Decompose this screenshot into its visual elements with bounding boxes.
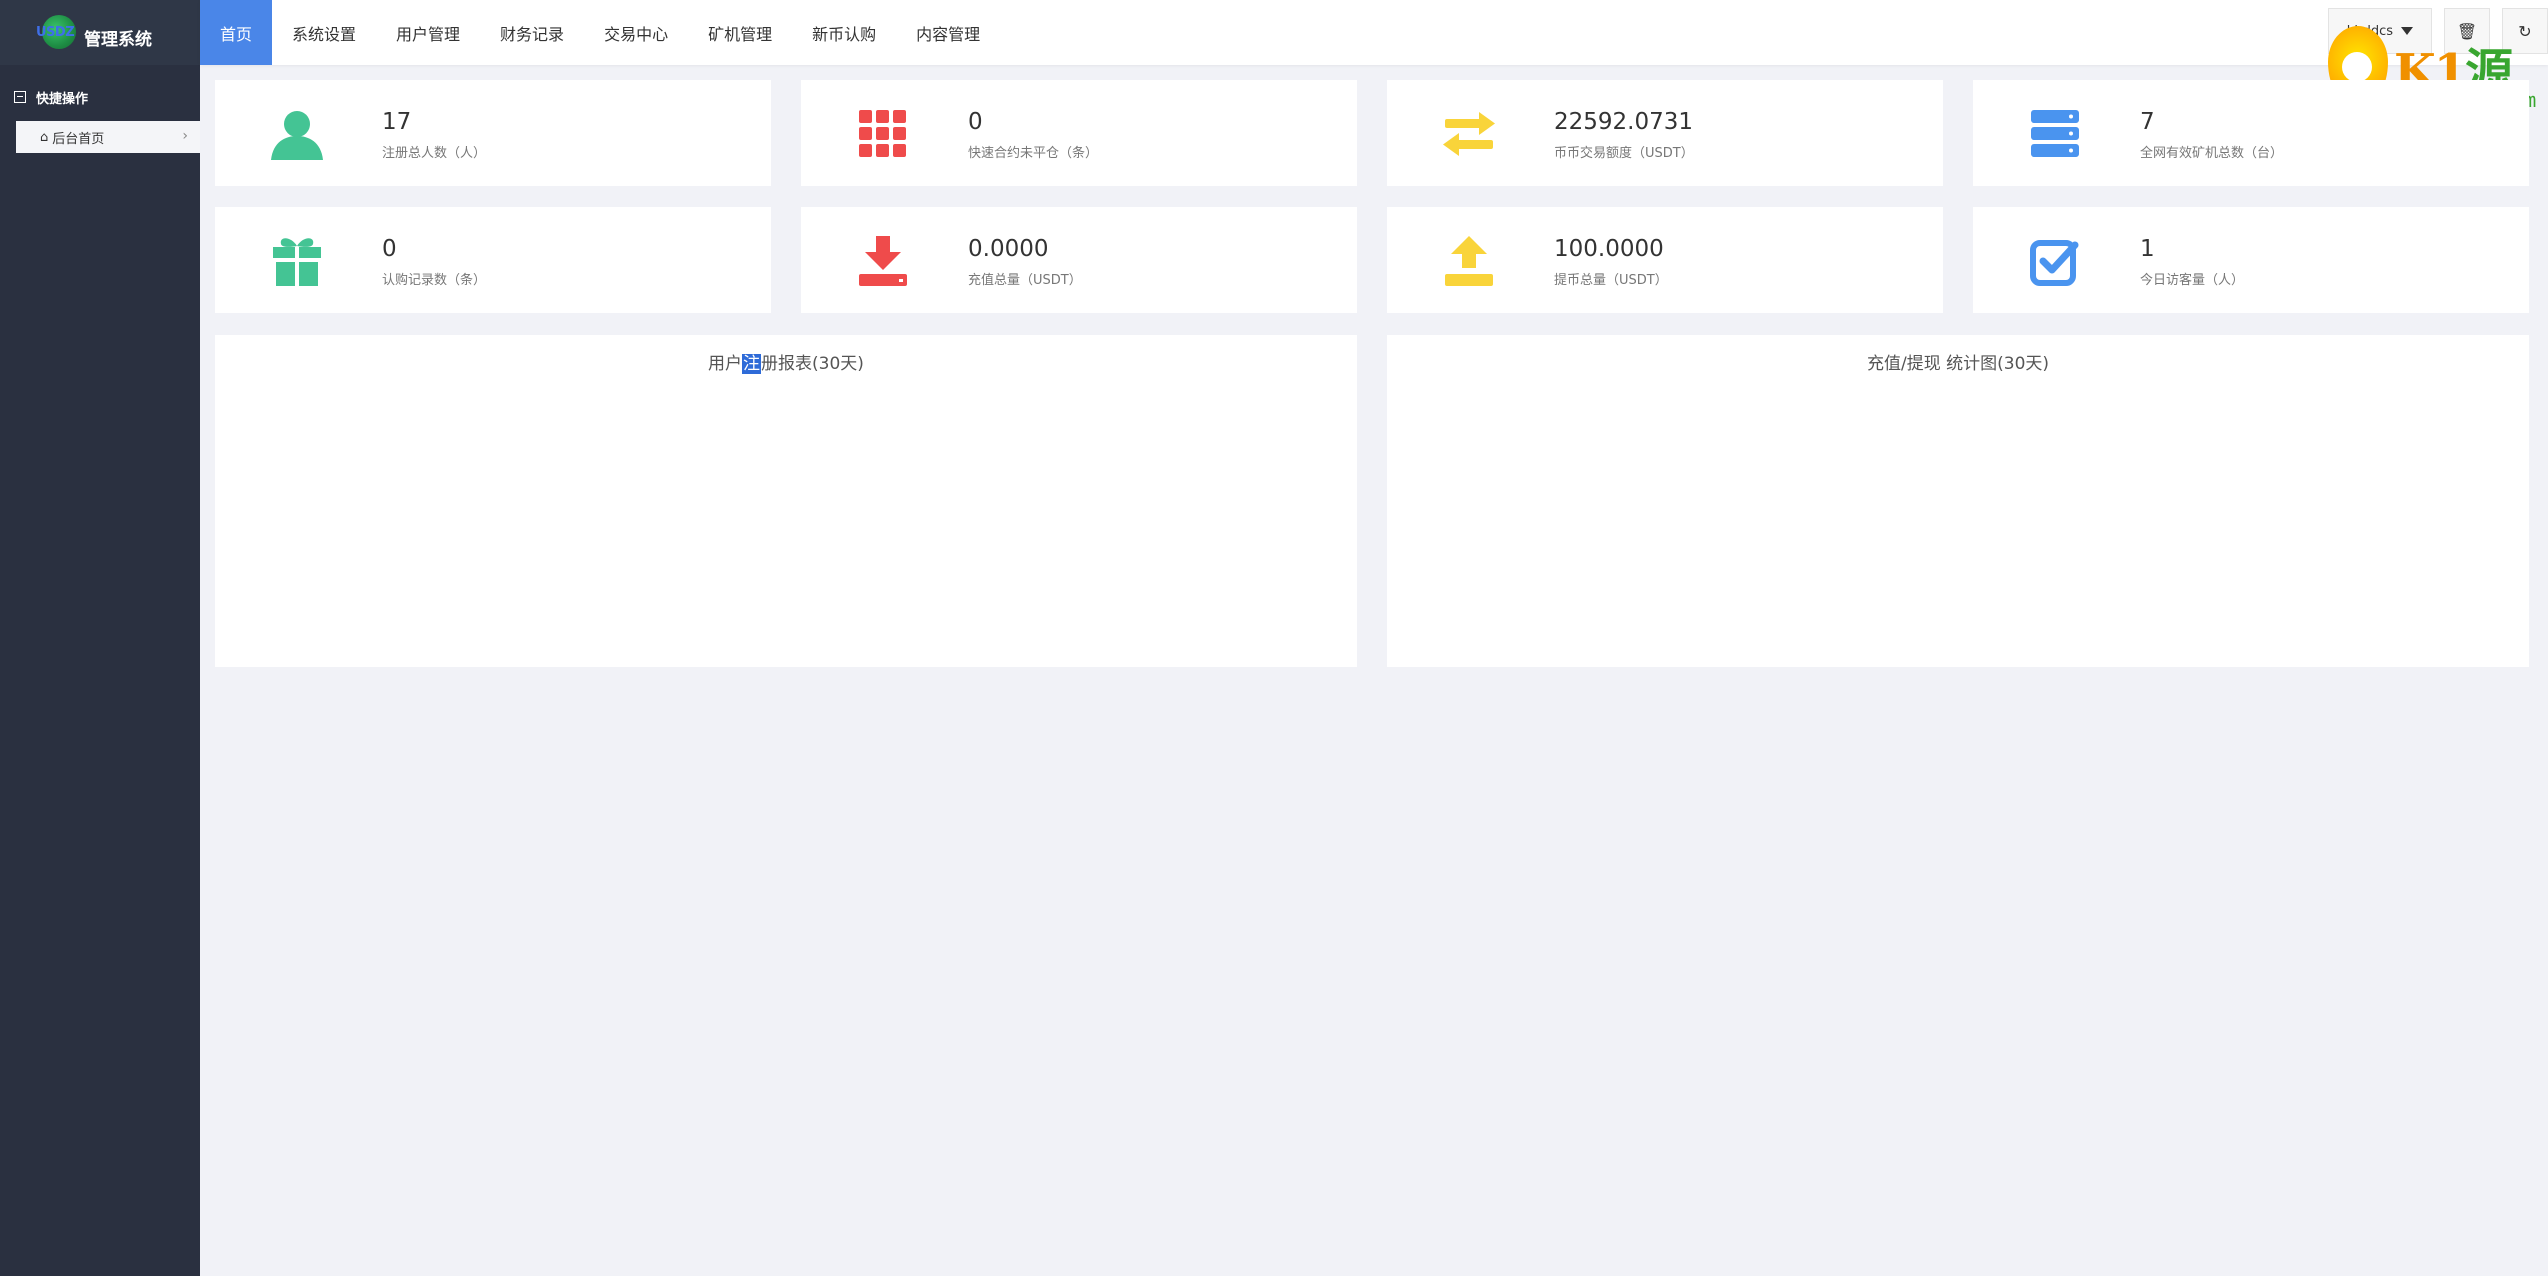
- stat-label: 币币交易额度（USDT）: [1554, 146, 1694, 161]
- selected-text: 注: [742, 354, 762, 374]
- stat-value: 0: [382, 236, 397, 262]
- stat-value: 7: [2140, 109, 2155, 135]
- top-right-tools: khddcs 🗑 ↻: [2327, 8, 2548, 54]
- brand-title: 管理系统: [84, 30, 152, 50]
- nav-system-settings[interactable]: 系统设置: [272, 0, 376, 65]
- recharge-withdraw-chart-panel: 充值/提现 统计图(30天): [1387, 335, 2529, 667]
- user-registration-chart-panel: 用户注册报表(30天): [215, 335, 1357, 667]
- stat-card-today-visitors: 1 今日访客量（人）: [1973, 207, 2529, 313]
- stat-value: 0.0000: [968, 236, 1049, 262]
- nav-finance-records[interactable]: 财务记录: [480, 0, 584, 65]
- top-nav: 首页 系统设置 用户管理 财务记录 交易中心 矿机管理 新币认购 内容管理: [200, 0, 2548, 65]
- stat-card-total-recharge: 0.0000 充值总量（USDT）: [801, 207, 1357, 313]
- sidebar-section-quick[interactable]: 快捷操作: [0, 81, 200, 113]
- topbar: 首页 系统设置 用户管理 财务记录 交易中心 矿机管理 新币认购 内容管理 kh…: [200, 0, 2548, 65]
- check-square-icon: [2027, 233, 2083, 289]
- brand-logo: USDZ: [36, 13, 80, 53]
- stat-card-registered-users: 17 注册总人数（人）: [215, 80, 771, 186]
- username: khddcs: [2346, 23, 2393, 39]
- stat-value: 1: [2140, 236, 2155, 262]
- stat-card-subscription-records: 0 认购记录数（条）: [215, 207, 771, 313]
- admin-dashboard: USDZ 管理系统 快捷操作 ⌂ 后台首页 › 首页 系统设置 用户管理 财务记…: [0, 0, 2548, 1276]
- trash-icon: 🗑: [2456, 21, 2478, 41]
- stat-card-active-miners: 7 全网有效矿机总数（台）: [1973, 80, 2529, 186]
- upload-icon: [1441, 233, 1497, 289]
- stat-label: 今日访客量（人）: [2140, 273, 2245, 288]
- refresh-icon: ↻: [2518, 21, 2532, 41]
- stat-label: 认购记录数（条）: [382, 273, 487, 288]
- panel-title: 用户注册报表(30天): [708, 354, 864, 374]
- user-menu-button[interactable]: khddcs: [2327, 8, 2432, 54]
- nav-new-coin-subscription[interactable]: 新币认购: [792, 0, 896, 65]
- server-icon: [2027, 106, 2083, 162]
- nav-content-management[interactable]: 内容管理: [896, 0, 1000, 65]
- nav-home[interactable]: 首页: [200, 0, 273, 65]
- grid-icon: [855, 106, 911, 162]
- stat-label: 提币总量（USDT）: [1554, 273, 1668, 288]
- chevron-right-icon: ›: [182, 128, 188, 144]
- stat-label: 充值总量（USDT）: [968, 273, 1082, 288]
- stat-label: 快速合约未平仓（条）: [968, 146, 1099, 161]
- collapse-icon[interactable]: [14, 91, 26, 103]
- stat-card-spot-volume: 22592.0731 币币交易额度（USDT）: [1387, 80, 1943, 186]
- stat-card-open-contracts: 0 快速合约未平仓（条）: [801, 80, 1357, 186]
- home-icon: ⌂: [40, 129, 49, 145]
- panel-title: 充值/提现 统计图(30天): [1866, 354, 2050, 374]
- stat-value: 22592.0731: [1554, 109, 1694, 135]
- sidebar: USDZ 管理系统 快捷操作 ⌂ 后台首页 ›: [0, 0, 200, 1276]
- stat-value: 100.0000: [1554, 236, 1664, 262]
- stat-label: 全网有效矿机总数（台）: [2140, 146, 2284, 161]
- clear-cache-button[interactable]: 🗑: [2444, 8, 2490, 54]
- stat-label: 注册总人数（人）: [382, 146, 487, 161]
- gift-icon: [269, 233, 325, 289]
- sidebar-item-label: 后台首页: [52, 131, 105, 147]
- exchange-icon: [1441, 106, 1497, 162]
- nav-miner-management[interactable]: 矿机管理: [688, 0, 792, 65]
- nav-trading-center[interactable]: 交易中心: [584, 0, 688, 65]
- brand-logo-text: USDZ: [36, 24, 75, 40]
- nav-user-management[interactable]: 用户管理: [376, 0, 480, 65]
- user-icon: [269, 106, 325, 162]
- download-icon: [855, 233, 911, 289]
- sidebar-section-title: 快捷操作: [36, 91, 89, 107]
- caret-down-icon: [2401, 27, 2413, 35]
- sidebar-item-dashboard[interactable]: ⌂ 后台首页 ›: [16, 121, 200, 153]
- stat-value: 17: [382, 109, 412, 135]
- brand[interactable]: USDZ 管理系统: [0, 0, 200, 65]
- stat-card-total-withdrawal: 100.0000 提币总量（USDT）: [1387, 207, 1943, 313]
- stat-value: 0: [968, 109, 983, 135]
- refresh-button[interactable]: ↻: [2502, 8, 2548, 54]
